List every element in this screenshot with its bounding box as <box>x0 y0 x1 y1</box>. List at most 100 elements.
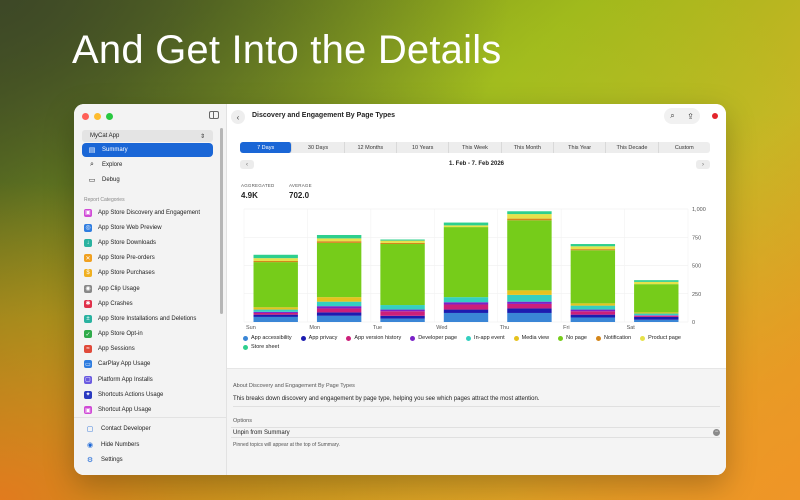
category-item[interactable]: ± App Store Installations and Deletions <box>84 311 214 326</box>
zoom-window-button[interactable] <box>106 113 113 120</box>
bar-segment[interactable] <box>507 290 552 295</box>
bar-segment[interactable] <box>570 246 616 250</box>
bar-segment[interactable] <box>253 262 298 308</box>
bar-segment[interactable] <box>443 222 489 226</box>
bar-segment[interactable] <box>380 309 425 312</box>
bar-segment[interactable] <box>253 260 298 263</box>
bar-segment[interactable] <box>507 211 552 215</box>
sidebar-toggle-icon[interactable] <box>209 111 219 119</box>
bar-segment[interactable] <box>634 315 679 317</box>
bar-segment[interactable] <box>443 225 489 228</box>
bar-segment[interactable] <box>443 312 489 322</box>
bar-segment[interactable] <box>316 301 362 307</box>
back-button[interactable]: ‹ <box>231 110 245 124</box>
bar-segment[interactable] <box>380 315 425 319</box>
bar-segment[interactable] <box>253 307 298 310</box>
bar-segment[interactable] <box>253 316 298 322</box>
bar-segment[interactable] <box>380 318 425 322</box>
bar-segment[interactable] <box>507 312 552 322</box>
bar-segment[interactable] <box>316 315 362 322</box>
bar-segment[interactable] <box>380 240 425 243</box>
period-this-week[interactable]: This Week <box>449 142 502 153</box>
bar-segment[interactable] <box>634 284 679 313</box>
bar-segment[interactable] <box>634 319 679 322</box>
category-item[interactable]: $ App Store Purchases <box>84 266 214 281</box>
sidebar-item-debug[interactable]: ▭ Debug <box>82 173 213 187</box>
bar-segment[interactable] <box>570 244 616 247</box>
sidebar-item-explore[interactable]: ⌕ Explore <box>82 158 213 172</box>
category-item[interactable]: ≈ App Sessions <box>84 342 214 357</box>
period-10-years[interactable]: 10 Years <box>397 142 450 153</box>
category-item[interactable]: ▣ App Store Discovery and Engagement <box>84 205 214 220</box>
bar-segment[interactable] <box>570 311 616 315</box>
period-30-days[interactable]: 30 Days <box>292 142 345 153</box>
footer-item-settings[interactable]: ⚙ Settings <box>86 456 123 464</box>
category-item[interactable]: ▭ CarPlay App Usage <box>84 357 214 372</box>
next-period-button[interactable]: › <box>696 160 710 169</box>
search-icon[interactable]: ⌕ <box>670 111 674 121</box>
bar-segment[interactable] <box>634 280 679 282</box>
bar-segment[interactable] <box>634 313 679 316</box>
bar-segment[interactable] <box>380 305 425 310</box>
period-12-months[interactable]: 12 Months <box>345 142 397 153</box>
period-this-month[interactable]: This Month <box>502 142 554 153</box>
period-custom[interactable]: Custom <box>659 142 710 153</box>
bar-segment[interactable] <box>634 281 679 285</box>
close-window-button[interactable] <box>82 113 89 120</box>
minus-circle-icon[interactable]: − <box>713 429 720 436</box>
bar-segment[interactable] <box>316 234 362 239</box>
period-this-year[interactable]: This Year <box>554 142 607 153</box>
bar-segment[interactable] <box>507 214 552 219</box>
category-item[interactable]: ▢ Platform App Installs <box>84 372 214 387</box>
period-7-days[interactable]: 7 Days <box>240 142 293 153</box>
bar-segment[interactable] <box>316 312 362 316</box>
bar-segment[interactable] <box>634 312 679 314</box>
bar-segment[interactable] <box>570 317 616 322</box>
bar-segment[interactable] <box>380 244 425 306</box>
bar-segment[interactable] <box>380 242 425 245</box>
bar-segment[interactable] <box>570 305 616 310</box>
unpin-row[interactable]: Unpin from Summary − <box>231 427 720 438</box>
bar-segment[interactable] <box>443 297 489 303</box>
footer-item-contact-developer[interactable]: ▢ Contact Developer <box>86 425 151 433</box>
category-item[interactable]: ✓ App Store Opt-in <box>84 327 214 342</box>
sidebar-scrollbar[interactable] <box>220 128 223 314</box>
bar-segment[interactable] <box>380 239 425 241</box>
bar-segment[interactable] <box>253 258 298 261</box>
bar-segment[interactable] <box>253 254 298 259</box>
category-item[interactable]: ✦ Shortcuts Actions Usage <box>84 387 214 402</box>
category-item[interactable]: ◉ App Clip Usage <box>84 281 214 296</box>
bar-segment[interactable] <box>507 220 552 291</box>
bar-segment[interactable] <box>570 249 616 251</box>
bar-segment[interactable] <box>570 314 616 318</box>
bar-segment[interactable] <box>507 301 552 304</box>
bar-segment[interactable] <box>316 242 362 298</box>
category-item[interactable]: ↓ App Store Downloads <box>84 235 214 250</box>
bar-segment[interactable] <box>443 304 489 310</box>
period-this-decade[interactable]: This Decade <box>606 142 659 153</box>
bar-segment[interactable] <box>380 311 425 316</box>
share-icon[interactable]: ⇪ <box>687 112 694 121</box>
bar-segment[interactable] <box>443 227 489 298</box>
bar-segment[interactable] <box>316 238 362 242</box>
minimize-window-button[interactable] <box>94 113 101 120</box>
bar-segment[interactable] <box>253 314 298 317</box>
bar-segment[interactable] <box>634 316 679 320</box>
category-item[interactable]: ◎ App Store Web Preview <box>84 220 214 235</box>
sidebar-item-summary[interactable]: ▤ Summary <box>82 143 213 157</box>
category-item[interactable]: ✱ App Crashes <box>84 296 214 311</box>
bar-segment[interactable] <box>570 250 616 304</box>
bar-segment[interactable] <box>253 309 298 312</box>
bar-segment[interactable] <box>634 315 679 316</box>
bar-segment[interactable] <box>507 294 552 302</box>
bar-segment[interactable] <box>570 303 616 306</box>
bar-segment[interactable] <box>253 311 298 313</box>
category-item[interactable]: ▣ Shortcut App Usage <box>84 402 214 417</box>
bar-segment[interactable] <box>316 306 362 309</box>
bar-segment[interactable] <box>316 241 362 243</box>
bar-segment[interactable] <box>507 308 552 313</box>
app-selector[interactable]: MyCat App ⇕ <box>82 130 213 142</box>
record-indicator[interactable] <box>712 113 718 119</box>
footer-item-hide-numbers[interactable]: ◉ Hide Numbers <box>86 441 139 449</box>
stacked-bar-chart[interactable]: 0 250 500 750 1,000 Sun Mon Tue Wed Thu Fri Sat <box>235 204 715 334</box>
